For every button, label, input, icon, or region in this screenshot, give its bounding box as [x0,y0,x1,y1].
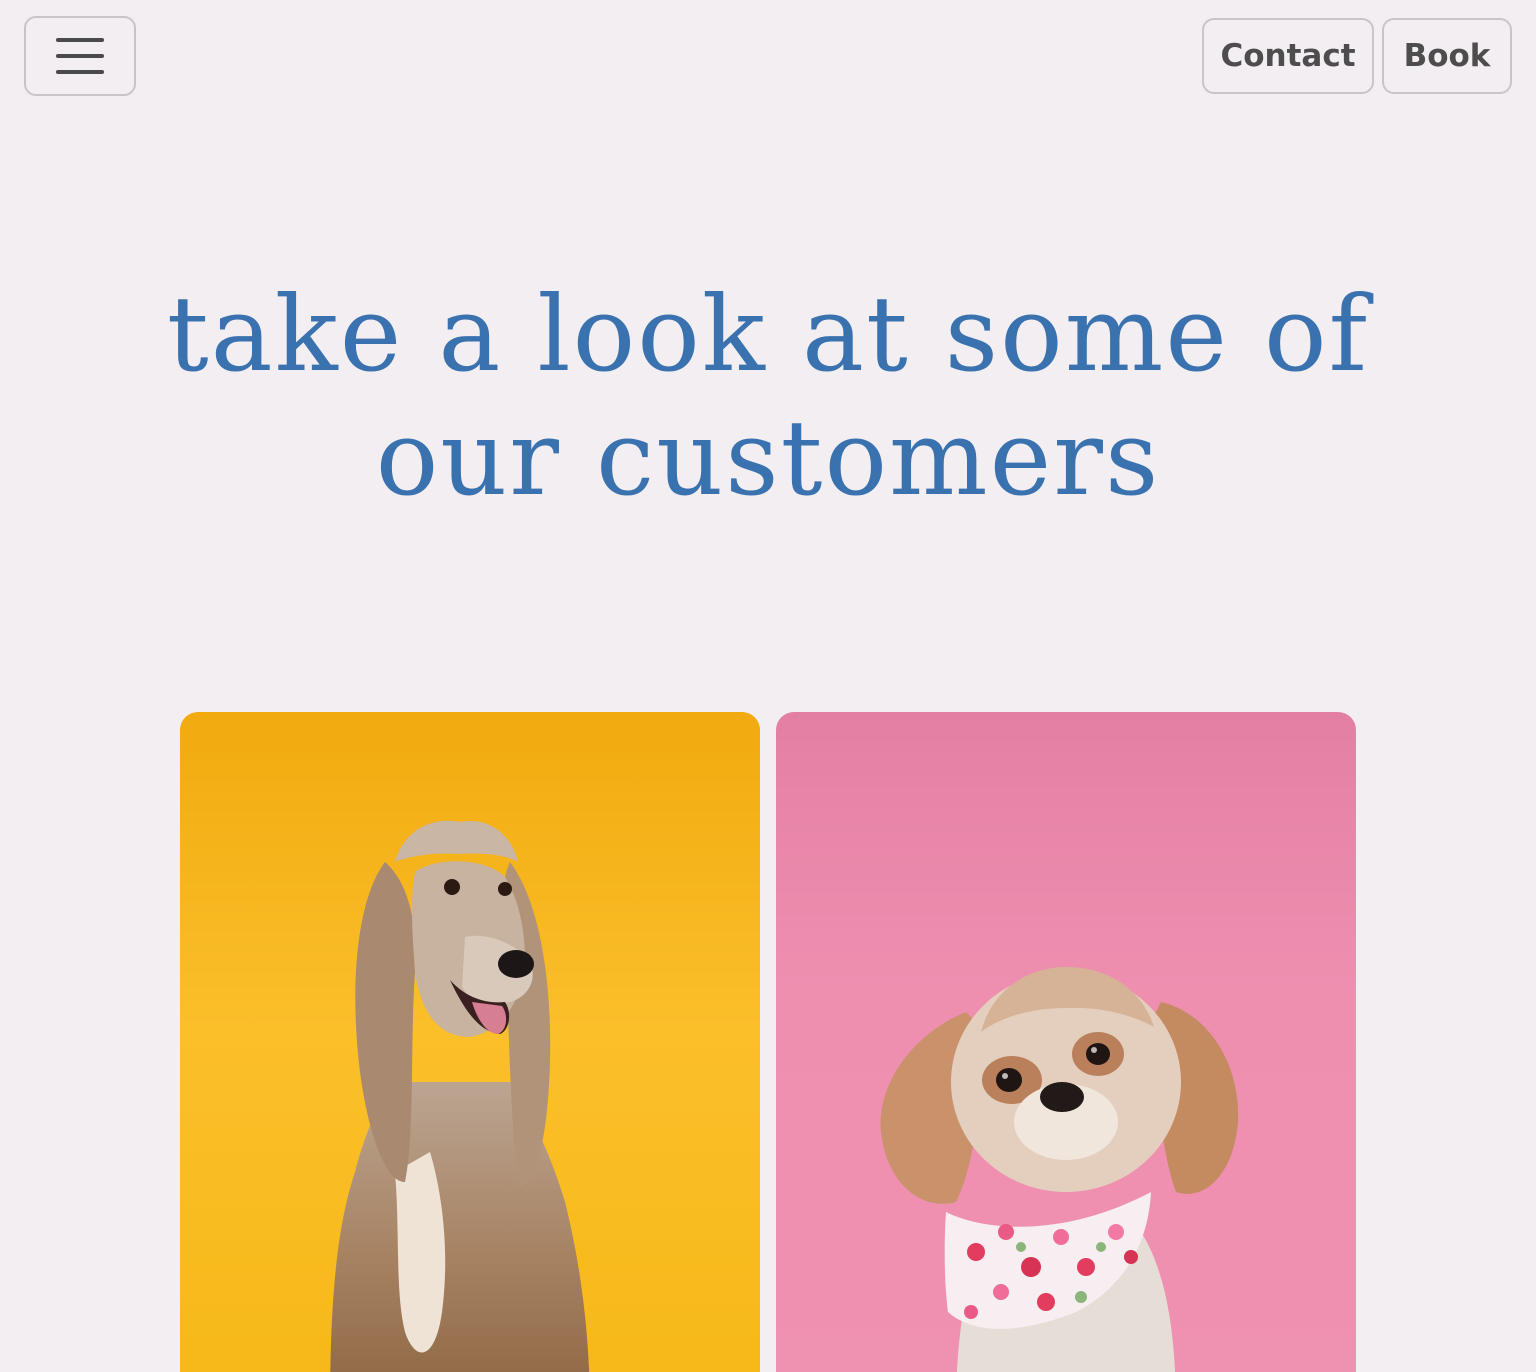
contact-button[interactable]: Contact [1202,18,1374,94]
page-title: take a look at some of our customers [0,272,1536,520]
page-title-line-1: take a look at some of [166,273,1370,395]
hamburger-menu-icon [56,38,104,42]
page: Contact Book take a look at some of our … [0,0,1536,1372]
book-button[interactable]: Book [1382,18,1512,94]
customer-photo-shih-tzu [776,712,1356,1372]
afghan-hound-illustration [330,820,590,1372]
shih-tzu-illustration [880,967,1239,1372]
hamburger-menu-icon-bar [56,70,104,74]
customer-photo-afghan-hound [180,712,760,1372]
menu-button[interactable] [24,16,136,96]
hamburger-menu-icon-bar [56,54,104,58]
page-title-line-2: our customers [375,397,1161,519]
